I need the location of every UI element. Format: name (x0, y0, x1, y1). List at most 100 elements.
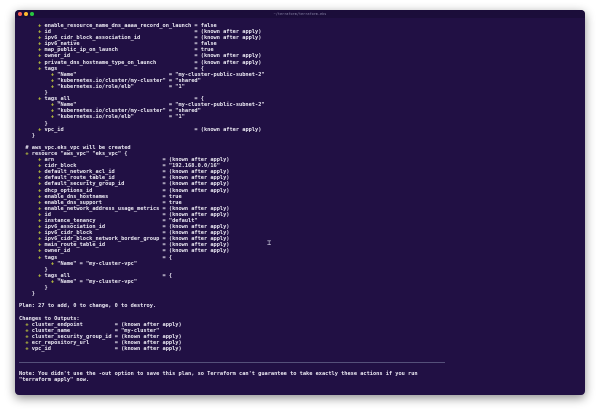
line-text (19, 53, 38, 59)
terminal-line: + "kubernetes.io/role/elb" = "1" (19, 84, 185, 90)
line-text: owner_id = (known after apply) (41, 248, 230, 255)
line-text (19, 230, 38, 236)
line-text: "kubernetes.io/cluster/my-cluster" = "sh… (54, 77, 201, 84)
line-text (19, 72, 51, 78)
line-text (19, 84, 51, 90)
note-line: Note: You didn't use the -out option to … (19, 371, 418, 377)
terminal-line: + ecr_repository_url = (known after appl… (19, 340, 181, 346)
terminal-line: + instance_tenancy = "default" (19, 218, 198, 224)
line-text: enable_network_address_usage_metrics = (… (41, 205, 230, 212)
line-text (19, 60, 38, 66)
terminal-line: + enable_dns_hostnames = true (19, 194, 182, 200)
terminal-line: + "kubernetes.io/role/elb" = "1" (19, 114, 185, 120)
terminal-line: + enable_network_address_usage_metrics =… (19, 205, 230, 212)
line-text: cidr_block = "192.168.0.0/16" (41, 163, 220, 170)
line-text: map_public_ip_on_launch = true (41, 47, 214, 54)
line-text: "kubernetes.io/role/elb" = "1" (54, 114, 185, 121)
terminal-line: + cluster_name = "my-cluster" (19, 328, 159, 334)
terminal-line: + "Name" = "my-cluster-vpc" (19, 279, 137, 285)
line-text (19, 169, 38, 175)
terminal-line: # aws_vpc.eks_vpc will be created (19, 144, 131, 151)
line-text (19, 163, 38, 169)
window-title: ~/terraform/terraform-eks (273, 12, 327, 16)
line-text (19, 218, 38, 224)
line-text: ipv6_cidr_block_association_id = (known … (41, 35, 262, 42)
line-text: tags_all = { (41, 272, 173, 279)
terminal-line: + default_route_table_id = (known after … (19, 175, 230, 182)
line-text (19, 78, 51, 84)
terminal-line: + enable_resource_name_dns_aaaa_record_o… (19, 23, 217, 29)
divider (19, 362, 445, 363)
line-text (19, 23, 38, 29)
line-text: "Name" = "my-cluster-public-subnet-2" (54, 102, 265, 109)
line-text: default_security_group_id = (known after… (41, 181, 230, 188)
terminal-line: + tags_all = { (19, 96, 204, 102)
terminal-line: + map_public_ip_on_launch = true (19, 47, 214, 54)
terminal-output: + enable_resource_name_dns_aaaa_record_o… (19, 23, 265, 352)
terminal-line: + "Name" = "my-cluster-public-subnet-2" (19, 72, 265, 78)
line-text (19, 47, 38, 53)
line-text (19, 181, 38, 187)
terminal-line: + cidr_block = "192.168.0.0/16" (19, 163, 220, 169)
terminal-line: + id = (known after apply) (19, 211, 230, 218)
line-text: "Name" = "my-cluster-public-subnet-2" (54, 71, 265, 78)
terminal-line: + cluster_security_group_id = (known aft… (19, 334, 181, 340)
terminal-line: + "Name" = "my-cluster-public-subnet-2" (19, 102, 265, 108)
terminal-line: + vpc_id = (known after apply) (19, 127, 261, 133)
terminal-line: + vpc_id = (known after apply) (19, 346, 181, 352)
line-text: # aws_vpc.eks_vpc will be created (19, 144, 131, 151)
line-text: instance_tenancy = "default" (41, 218, 198, 224)
line-text (19, 96, 38, 102)
line-text: Changes to Outputs: (19, 315, 80, 322)
terminal-line: + default_network_acl_id = (known after … (19, 169, 230, 176)
terminal-line: + tags_all = { (19, 273, 172, 279)
line-text: ipv6_association_id = (known after apply… (41, 224, 230, 231)
terraform-note: Note: You didn't use the -out option to … (19, 371, 418, 383)
terminal-line: + owner_id = (known after apply) (19, 248, 230, 255)
line-text: ipv6_cidr_block_network_border_group = (… (41, 236, 230, 243)
line-text: tags_all = { (41, 96, 204, 103)
terminal-line: + cluster_endpoint = (known after apply) (19, 321, 182, 328)
terminal-line: + resource "aws_vpc" "eks_vpc" { (19, 151, 127, 157)
terminal-line: + dhcp_options_id = (known after apply) (19, 188, 229, 194)
terminal-line: } (19, 291, 35, 297)
mouse-cursor-icon: ⌶ (267, 239, 272, 247)
line-text (19, 261, 51, 267)
terminal-line: Changes to Outputs: (19, 316, 80, 322)
line-text (19, 175, 38, 181)
terminal-line: + "kubernetes.io/cluster/my-cluster" = "… (19, 108, 201, 114)
line-text: cluster_endpoint = (known after apply) (28, 321, 182, 328)
line-text: default_network_acl_id = (known after ap… (41, 169, 230, 176)
line-text: id = (known after apply) (41, 211, 230, 218)
line-text: enable_dns_support = true (41, 199, 182, 206)
terminal-line: + ipv6_cidr_block_association_id = (know… (19, 35, 261, 41)
terminal-line: + id = (known after apply) (19, 29, 261, 35)
line-text: "kubernetes.io/role/elb" = "1" (54, 83, 185, 90)
line-text (19, 29, 38, 35)
terminal-line: + main_route_table_id = (known after app… (19, 242, 229, 248)
terminal-line: + tags = { (19, 255, 172, 261)
line-text: } (19, 285, 48, 292)
terminal-line: Plan: 27 to add, 0 to change, 0 to destr… (19, 303, 156, 309)
line-text (19, 114, 51, 120)
line-text (19, 188, 38, 194)
terminal-line: + arn = (known after apply) (19, 157, 230, 164)
terminal-line: } (19, 90, 48, 96)
line-text: arn = (known after apply) (41, 157, 230, 164)
line-text (19, 255, 38, 261)
title-bar: ~/terraform/terraform-eks (15, 10, 585, 18)
note-line: "terraform apply" now. (19, 377, 90, 384)
line-text: cluster_name = "my-cluster" (28, 327, 160, 334)
line-text (19, 279, 51, 285)
line-text (19, 242, 38, 248)
line-text: } (19, 132, 35, 139)
line-text: ipv6_native = false (41, 41, 217, 48)
line-text: private_dns_hostname_type_on_launch = (k… (41, 59, 262, 66)
line-text: "Name" = "my-cluster-vpc" (54, 260, 138, 267)
line-text: default_route_table_id = (known after ap… (41, 175, 230, 182)
line-text (19, 157, 38, 163)
line-text (19, 212, 38, 218)
terminal-line: + ipv6_cidr_block_network_border_group =… (19, 236, 230, 243)
line-text: } (19, 120, 48, 127)
line-text (19, 41, 38, 47)
